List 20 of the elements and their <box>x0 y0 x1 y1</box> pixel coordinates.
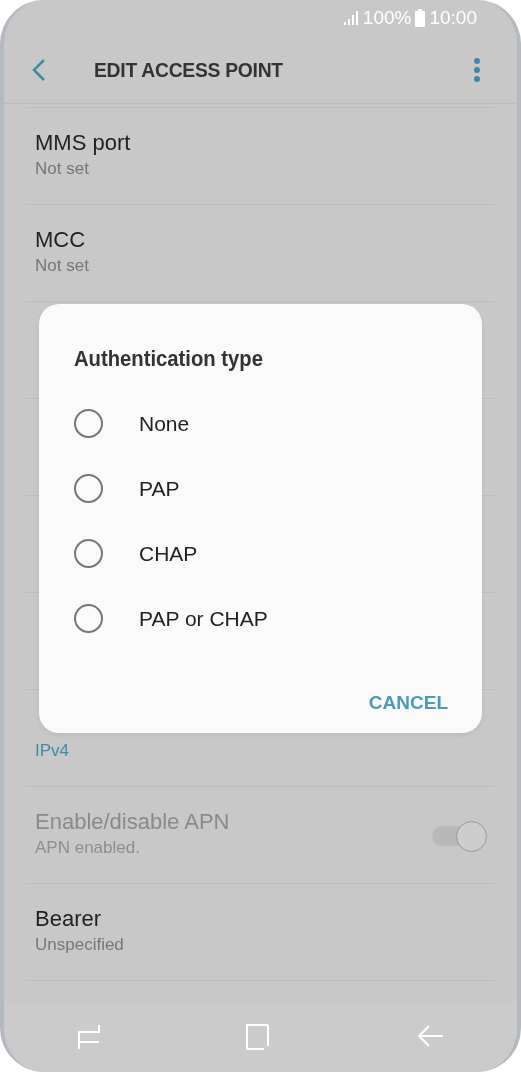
radio-option[interactable]: PAP or CHAP <box>74 586 448 651</box>
dialog-title: Authentication type <box>74 345 263 373</box>
recents-icon[interactable] <box>76 1024 101 1050</box>
setting-title: MMS port <box>35 130 131 157</box>
setting-value: IPv4 <box>35 740 70 763</box>
setting-value: Not set <box>35 158 90 181</box>
signal-icon <box>342 10 359 26</box>
radio-option[interactable]: CHAP <box>74 521 448 586</box>
radio-option[interactable]: None <box>74 391 448 456</box>
more-options-icon[interactable] <box>473 56 481 83</box>
setting-title: Bearer <box>35 906 103 933</box>
radio-option[interactable]: PAP <box>74 456 448 521</box>
back-icon[interactable] <box>32 57 46 82</box>
battery-icon <box>415 9 426 27</box>
setting-value: Unspecified <box>35 934 124 957</box>
setting-value: Not set <box>35 255 89 278</box>
setting-value: APN enabled. <box>35 837 141 860</box>
setting-title: MCC <box>35 227 87 254</box>
page-title: EDIT ACCESS POINT <box>94 56 283 83</box>
setting-title: Enable/disable APN <box>35 809 230 836</box>
